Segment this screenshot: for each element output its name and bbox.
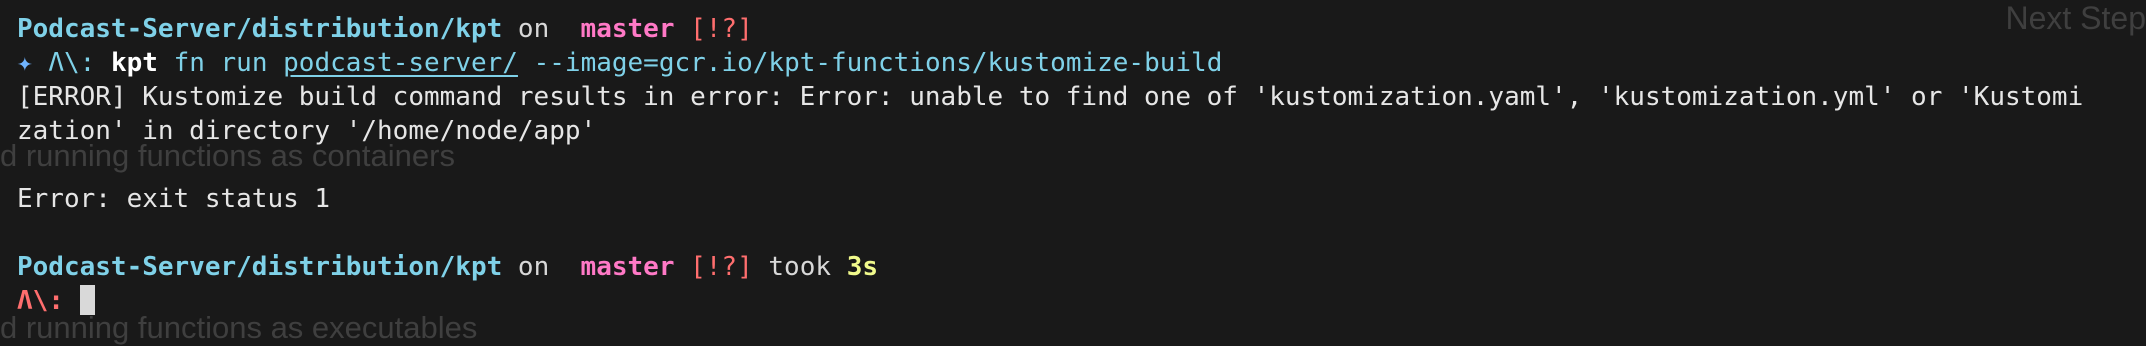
command-subcommand: fn run bbox=[173, 48, 268, 78]
image-argument: --image=gcr.io/kpt-functions/kustomize-b… bbox=[533, 48, 1223, 78]
command-name: kpt bbox=[110, 48, 158, 78]
error-output-line-1: [ERROR] Kustomize build command results … bbox=[17, 82, 2084, 112]
directory-argument[interactable]: podcast-server/ bbox=[283, 48, 518, 78]
took-text: took bbox=[768, 252, 832, 282]
git-branch-name: master bbox=[580, 14, 675, 44]
terminal-output: Podcast-Server/distribution/kpt on maste… bbox=[17, 12, 2146, 318]
exit-status-line: Error: exit status 1 bbox=[17, 184, 331, 214]
git-status-badge: [!?] bbox=[690, 252, 753, 282]
on-text: on bbox=[517, 252, 550, 282]
command-line: ✦ Λ\: kpt fn run podcast-server/ --image… bbox=[17, 46, 2146, 80]
error-output-line-2: zation' in directory '/home/node/app' bbox=[17, 116, 597, 146]
input-line[interactable]: Λ\: bbox=[17, 284, 2146, 318]
command-duration: 3s bbox=[846, 252, 878, 282]
git-branch-name: master bbox=[580, 252, 675, 282]
prompt-symbol: Λ\: bbox=[48, 48, 96, 78]
on-text: on bbox=[517, 14, 550, 44]
current-path: Podcast-Server/distribution/kpt bbox=[17, 14, 503, 44]
prompt-header-line: Podcast-Server/distribution/kpt on maste… bbox=[17, 250, 2146, 284]
current-path: Podcast-Server/distribution/kpt bbox=[17, 252, 503, 282]
terminal-window[interactable]: Next Step d running functions as contain… bbox=[0, 0, 2146, 346]
prompt-symbol-error: Λ\: bbox=[17, 286, 64, 316]
text-cursor bbox=[79, 285, 95, 315]
prompt-header-line: Podcast-Server/distribution/kpt on maste… bbox=[17, 12, 2146, 46]
git-status-badge: [!?] bbox=[690, 14, 753, 44]
prompt-star-icon: ✦ bbox=[17, 48, 33, 78]
